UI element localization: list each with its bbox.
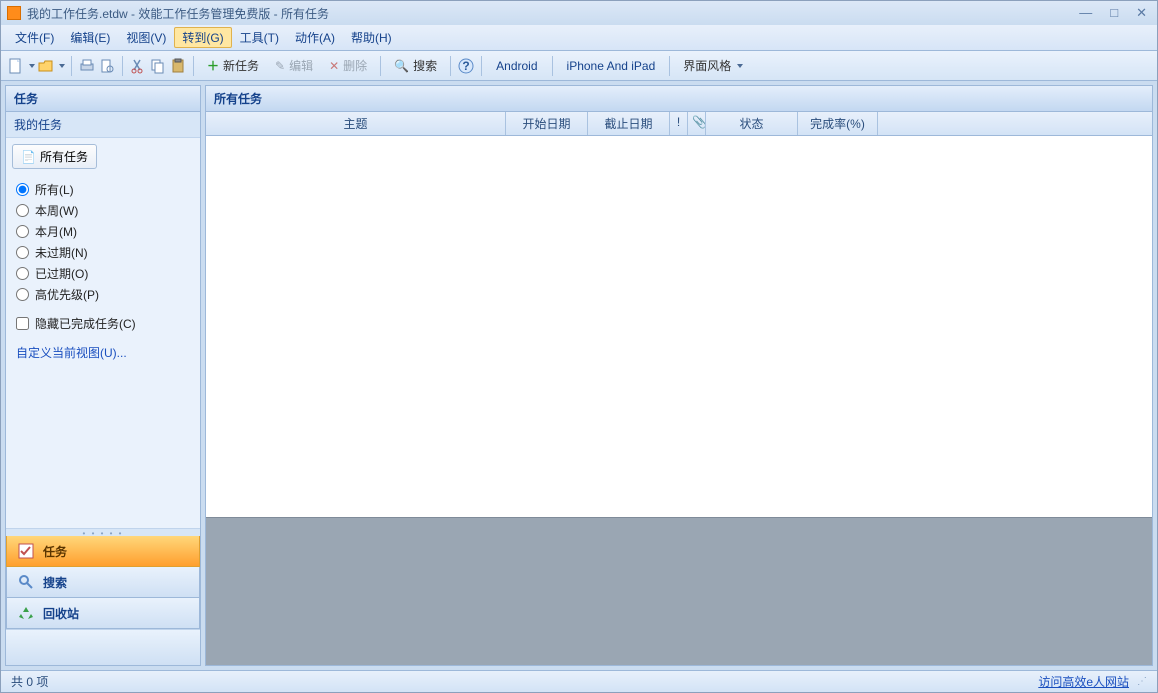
search-button[interactable]: 🔍 搜索 bbox=[387, 54, 444, 77]
custom-view-link[interactable]: 自定义当前视图(U)... bbox=[6, 338, 200, 367]
body: 任务 我的任务 📄 所有任务 所有(L) 本周(W) 本月(M) 未过期(N) … bbox=[1, 81, 1157, 670]
grid-body[interactable] bbox=[206, 136, 1152, 517]
window-controls: — □ ✕ bbox=[1075, 6, 1151, 20]
col-subject[interactable]: 主题 bbox=[206, 112, 506, 135]
main-panel: 所有任务 主题 开始日期 截止日期 ! 📎 状态 完成率(%) bbox=[205, 85, 1153, 666]
plus-icon: ＋ bbox=[207, 57, 219, 74]
chevron-down-icon bbox=[737, 64, 743, 68]
menu-action[interactable]: 动作(A) bbox=[287, 27, 343, 48]
filter-all[interactable]: 所有(L) bbox=[16, 179, 190, 200]
my-tasks-label[interactable]: 我的任务 bbox=[6, 112, 200, 138]
attachment-icon: 📎 bbox=[692, 115, 706, 129]
menu-help[interactable]: 帮助(H) bbox=[343, 27, 400, 48]
hide-done-checkbox-row[interactable]: 隐藏已完成任务(C) bbox=[16, 313, 190, 334]
android-link[interactable]: Android bbox=[488, 57, 545, 75]
main-header: 所有任务 bbox=[206, 86, 1152, 112]
filter-month[interactable]: 本月(M) bbox=[16, 221, 190, 242]
menu-edit[interactable]: 编辑(E) bbox=[62, 27, 118, 48]
menu-view[interactable]: 视图(V) bbox=[118, 27, 174, 48]
radio-overdue[interactable] bbox=[16, 267, 29, 280]
print-preview-icon[interactable] bbox=[98, 57, 116, 75]
sidebar: 任务 我的任务 📄 所有任务 所有(L) 本周(W) 本月(M) 未过期(N) … bbox=[5, 85, 201, 666]
radio-notoverdue[interactable] bbox=[16, 246, 29, 259]
col-startdate[interactable]: 开始日期 bbox=[506, 112, 588, 135]
filter-highpriority[interactable]: 高优先级(P) bbox=[16, 284, 190, 305]
nav-spacer bbox=[6, 629, 200, 665]
menu-tools[interactable]: 工具(T) bbox=[232, 27, 287, 48]
statusbar: 共 0 项 访问高效e人网站 ⋰ bbox=[1, 670, 1157, 692]
magnifier-icon bbox=[17, 573, 35, 591]
website-link[interactable]: 访问高效e人网站 bbox=[1038, 673, 1129, 690]
app-icon bbox=[7, 6, 21, 20]
delete-button[interactable]: ✕ 删除 bbox=[322, 54, 374, 77]
splitter-grip[interactable]: • • • • • bbox=[6, 528, 200, 536]
paste-icon[interactable] bbox=[169, 57, 187, 75]
col-priority[interactable]: ! bbox=[670, 112, 688, 135]
copy-icon[interactable] bbox=[149, 57, 167, 75]
col-duedate[interactable]: 截止日期 bbox=[588, 112, 670, 135]
window-title: 我的工作任务.etdw - 效能工作任务管理免费版 - 所有任务 bbox=[27, 5, 329, 22]
minimize-button[interactable]: — bbox=[1075, 6, 1096, 20]
tasks-icon bbox=[17, 542, 35, 560]
status-count: 共 0 项 bbox=[11, 673, 48, 690]
open-dropdown[interactable] bbox=[59, 64, 65, 68]
close-button[interactable]: ✕ bbox=[1132, 6, 1151, 20]
nav-recycle[interactable]: 回收站 bbox=[6, 598, 200, 629]
radio-month[interactable] bbox=[16, 225, 29, 238]
help-icon[interactable]: ? bbox=[457, 57, 475, 75]
titlebar: 我的工作任务.etdw - 效能工作任务管理免费版 - 所有任务 — □ ✕ bbox=[1, 1, 1157, 25]
menu-file[interactable]: 文件(F) bbox=[7, 27, 62, 48]
filter-overdue[interactable]: 已过期(O) bbox=[16, 263, 190, 284]
nav-search[interactable]: 搜索 bbox=[6, 567, 200, 598]
svg-text:?: ? bbox=[462, 59, 469, 73]
all-tasks-button[interactable]: 📄 所有任务 bbox=[12, 144, 97, 169]
col-attachment[interactable]: 📎 bbox=[688, 112, 706, 135]
cut-icon[interactable] bbox=[129, 57, 147, 75]
toolbar: ＋ 新任务 ✎ 编辑 ✕ 删除 🔍 搜索 ? Android iPhone An… bbox=[1, 51, 1157, 81]
pencil-icon: ✎ bbox=[275, 59, 285, 73]
x-icon: ✕ bbox=[329, 59, 339, 73]
filter-notoverdue[interactable]: 未过期(N) bbox=[16, 242, 190, 263]
iphone-link[interactable]: iPhone And iPad bbox=[559, 57, 664, 75]
recycle-icon bbox=[17, 604, 35, 622]
col-percent[interactable]: 完成率(%) bbox=[798, 112, 878, 135]
column-headers: 主题 开始日期 截止日期 ! 📎 状态 完成率(%) bbox=[206, 112, 1152, 136]
edit-task-button[interactable]: ✎ 编辑 bbox=[268, 54, 320, 77]
new-task-button[interactable]: ＋ 新任务 bbox=[200, 54, 266, 77]
filter-group: 所有(L) 本周(W) 本月(M) 未过期(N) 已过期(O) 高优先级(P) … bbox=[6, 175, 200, 338]
resize-grip[interactable]: ⋰ bbox=[1137, 676, 1147, 687]
maximize-button[interactable]: □ bbox=[1106, 6, 1122, 20]
hide-done-checkbox[interactable] bbox=[16, 317, 29, 330]
folder-open-icon[interactable] bbox=[37, 57, 55, 75]
radio-all[interactable] bbox=[16, 183, 29, 196]
sidebar-header: 任务 bbox=[6, 86, 200, 112]
search-icon: 🔍 bbox=[394, 59, 409, 73]
new-doc-icon[interactable] bbox=[7, 57, 25, 75]
menubar: 文件(F) 编辑(E) 视图(V) 转到(G) 工具(T) 动作(A) 帮助(H… bbox=[1, 25, 1157, 51]
radio-highpriority[interactable] bbox=[16, 288, 29, 301]
menu-goto[interactable]: 转到(G) bbox=[174, 27, 231, 48]
print-icon[interactable] bbox=[78, 57, 96, 75]
nav-tasks[interactable]: 任务 bbox=[6, 536, 200, 567]
document-icon: 📄 bbox=[21, 150, 36, 164]
detail-pane bbox=[206, 517, 1152, 665]
sidebar-top: 我的任务 📄 所有任务 所有(L) 本周(W) 本月(M) 未过期(N) 已过期… bbox=[6, 112, 200, 536]
new-doc-dropdown[interactable] bbox=[29, 64, 35, 68]
app-window: 我的工作任务.etdw - 效能工作任务管理免费版 - 所有任务 — □ ✕ 文… bbox=[0, 0, 1158, 693]
theme-dropdown[interactable]: 界面风格 bbox=[676, 54, 750, 77]
col-status[interactable]: 状态 bbox=[706, 112, 798, 135]
filter-week[interactable]: 本周(W) bbox=[16, 200, 190, 221]
radio-week[interactable] bbox=[16, 204, 29, 217]
